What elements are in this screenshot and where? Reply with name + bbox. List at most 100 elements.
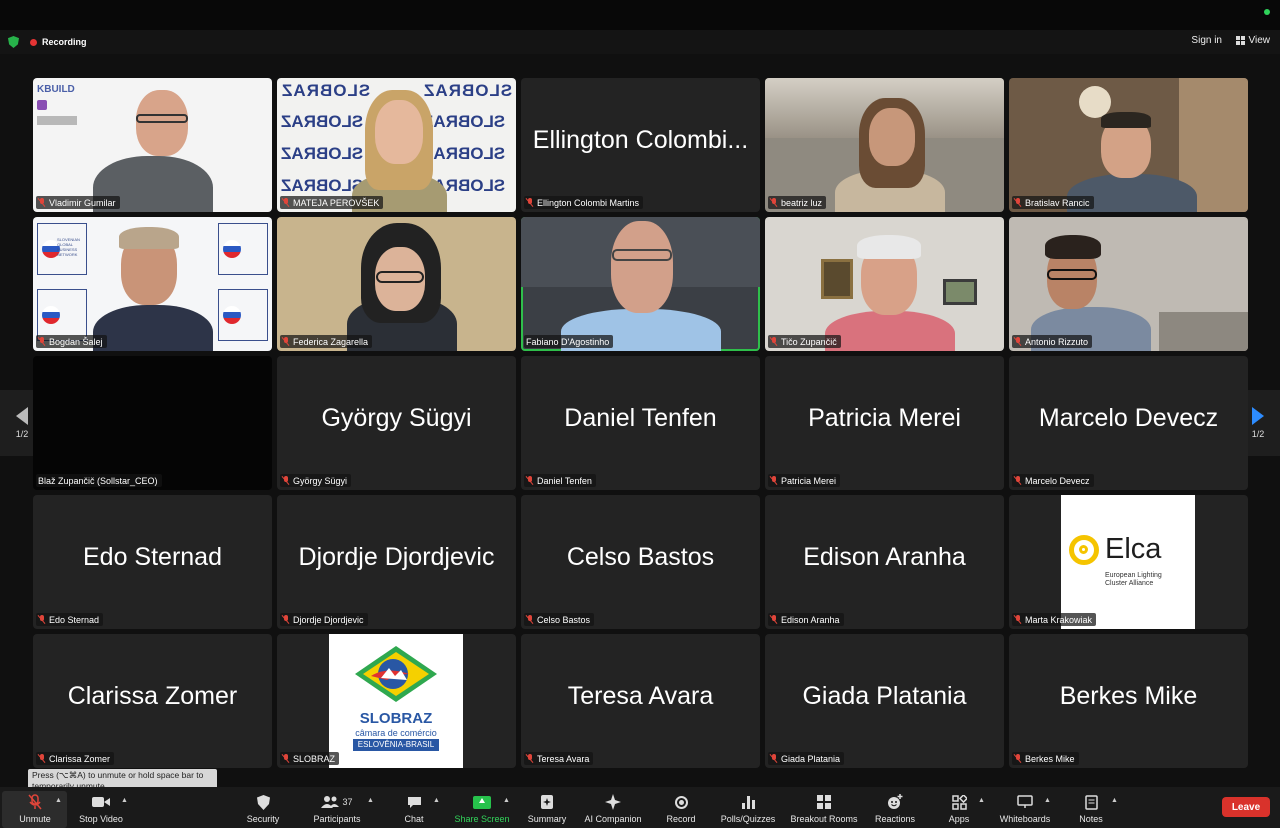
participants-button[interactable]: 37 Participants (306, 793, 368, 828)
chat-caret-icon[interactable]: ▲ (433, 797, 440, 804)
participant-nametag: beatriz luz (768, 196, 827, 209)
person-head (375, 100, 423, 164)
video-options-caret-icon[interactable]: ▲ (121, 797, 128, 804)
participant-name: Marcelo Devecz (1025, 475, 1090, 486)
mic-muted-icon (282, 337, 290, 346)
participant-name: Berkes Mike (1025, 753, 1075, 764)
participant-nametag: Teresa Avara (524, 752, 594, 765)
participant-tile[interactable]: Marcelo Devecz Marcelo Devecz (1009, 356, 1248, 490)
participant-name: Teresa Avara (537, 753, 590, 764)
polls-button[interactable]: Polls/Quizzes (717, 793, 779, 828)
share-arrow-icon (473, 795, 491, 809)
notes-button[interactable]: Notes (1074, 793, 1108, 828)
record-button[interactable]: Record (662, 793, 700, 828)
participant-name: Edo Sternad (49, 614, 100, 625)
participants-caret-icon[interactable]: ▲ (367, 797, 374, 804)
reactions-label: Reactions (874, 814, 916, 824)
slobraz-banner-text: SLOBRAZ (423, 144, 506, 163)
participant-nametag: Vladimir Gumilar (36, 196, 120, 209)
participant-name: Daniel Tenfen (537, 475, 592, 486)
flag-icon (223, 306, 241, 324)
participant-tile[interactable]: Clarissa Zomer Clarissa Zomer (33, 634, 272, 768)
participants-count: 37 (342, 797, 353, 807)
slobraz-emblem-icon (355, 646, 437, 702)
slobraz-banner-text: SLOBRAZ (281, 176, 364, 195)
encryption-shield-icon[interactable] (8, 36, 19, 48)
audio-options-caret-icon[interactable]: ▲ (55, 797, 62, 804)
active-speaker-tile[interactable]: Fabiano D'Agostinho (521, 217, 760, 351)
sgbn-logo-text: SLOVENIAN GLOBAL BUSINESS NETWORK (57, 237, 80, 257)
glasses-icon (376, 271, 424, 283)
participant-tile[interactable]: Giada Platania Giada Platania (765, 634, 1004, 768)
participant-tile[interactable]: Patricia Merei Patricia Merei (765, 356, 1004, 490)
summary-icon (540, 793, 554, 811)
flag-icon (42, 306, 60, 324)
slobraz-banner-text: SLOBRAZ (281, 112, 364, 131)
participants-label: Participants (313, 814, 361, 824)
video-feed: SLOBRAZ SLOBRAZ SLOBRAZ SLOBRAZ SLOBRAZ … (277, 78, 516, 212)
whiteboard-icon (1017, 793, 1033, 811)
apps-button[interactable]: Apps (944, 793, 974, 828)
participant-name: Patricia Merei (781, 475, 837, 486)
sign-in-link[interactable]: Sign in (1191, 35, 1222, 46)
recording-indicator[interactable]: Recording (30, 35, 87, 49)
participant-tile[interactable]: Daniel Tenfen Daniel Tenfen (521, 356, 760, 490)
participant-tile[interactable]: Bratislav Rancic (1009, 78, 1248, 212)
notes-caret-icon[interactable]: ▲ (1111, 797, 1118, 804)
participant-tile[interactable]: KBUILD Vladimir Gumilar (33, 78, 272, 212)
participant-tile[interactable]: Edo Sternad Edo Sternad (33, 495, 272, 629)
view-button[interactable]: View (1235, 35, 1270, 46)
participant-display-name: Teresa Avara (567, 682, 714, 710)
participant-tile[interactable]: Federica Zagarella (277, 217, 516, 351)
participant-tile[interactable]: Antonio Rizzuto (1009, 217, 1248, 351)
stop-video-button[interactable]: Stop Video (74, 793, 128, 828)
participant-nametag: Giada Platania (768, 752, 845, 765)
slobraz-wordmark: SLOBRAZ (359, 710, 433, 727)
participant-tile[interactable]: SLOVENIAN GLOBAL BUSINESS NETWORK Bogdan… (33, 217, 272, 351)
participant-tile[interactable]: Edison Aranha Edison Aranha (765, 495, 1004, 629)
mic-muted-icon (770, 337, 778, 346)
summary-label: Summary (527, 814, 567, 824)
leave-button[interactable]: Leave (1222, 797, 1270, 817)
ai-companion-button[interactable]: AI Companion (582, 793, 644, 828)
participant-tile[interactable]: Berkes Mike Berkes Mike (1009, 634, 1248, 768)
participant-tile[interactable]: SLOBRAZ SLOBRAZ SLOBRAZ SLOBRAZ SLOBRAZ … (277, 78, 516, 212)
polls-label: Polls/Quizzes (720, 814, 776, 824)
apps-caret-icon[interactable]: ▲ (978, 797, 985, 804)
participant-display-name: Marcelo Devecz (1038, 404, 1219, 432)
participant-nametag: György Sügyi (280, 474, 352, 487)
breakout-rooms-button[interactable]: Breakout Rooms (788, 793, 860, 828)
record-circle-icon (674, 795, 688, 809)
chat-button[interactable]: Chat (397, 793, 431, 828)
participant-tile[interactable]: beatriz luz (765, 78, 1004, 212)
participant-nametag: Edo Sternad (36, 613, 104, 626)
share-caret-icon[interactable]: ▲ (503, 797, 510, 804)
participant-tile[interactable]: Blaž Zupančič (Sollstar_CEO) (33, 356, 272, 490)
participant-tile[interactable]: Ellington Colombi... Ellington Colombi M… (521, 78, 760, 212)
participant-tile[interactable]: SLOBRAZ câmara de comércio ESLOVÊNIA-BRA… (277, 634, 516, 768)
participant-name: Ellington Colombi Martins (537, 197, 640, 208)
participant-tile[interactable]: Celso Bastos Celso Bastos (521, 495, 760, 629)
unmute-button[interactable]: Unmute (12, 793, 58, 828)
reactions-button[interactable]: Reactions (872, 793, 918, 828)
participant-tile[interactable]: György Sügyi György Sügyi (277, 356, 516, 490)
participant-tile[interactable]: Elca European Lighting Cluster Alliance … (1009, 495, 1248, 629)
mic-muted-icon (770, 615, 778, 624)
participant-nametag: Berkes Mike (1012, 752, 1079, 765)
unmute-label: Unmute (19, 814, 51, 824)
mic-muted-icon (1014, 754, 1022, 763)
mic-muted-icon (282, 754, 290, 763)
page-indicator-left: 1/2 (15, 429, 29, 439)
kbuild-logo: KBUILD (37, 84, 75, 95)
recording-label: Recording (42, 37, 87, 47)
participant-tile[interactable]: Djordje Djordjevic Djordje Djordjevic (277, 495, 516, 629)
participant-tile[interactable]: Tičo Zupančič (765, 217, 1004, 351)
summary-button[interactable]: Summary (526, 793, 568, 828)
whiteboards-caret-icon[interactable]: ▲ (1044, 797, 1051, 804)
participant-nametag: Antonio Rizzuto (1012, 335, 1093, 348)
stop-video-label: Stop Video (79, 814, 123, 824)
participant-tile[interactable]: Teresa Avara Teresa Avara (521, 634, 760, 768)
security-button[interactable]: Security (240, 793, 286, 828)
participant-nametag: Clarissa Zomer (36, 752, 115, 765)
glasses-icon (612, 249, 672, 261)
